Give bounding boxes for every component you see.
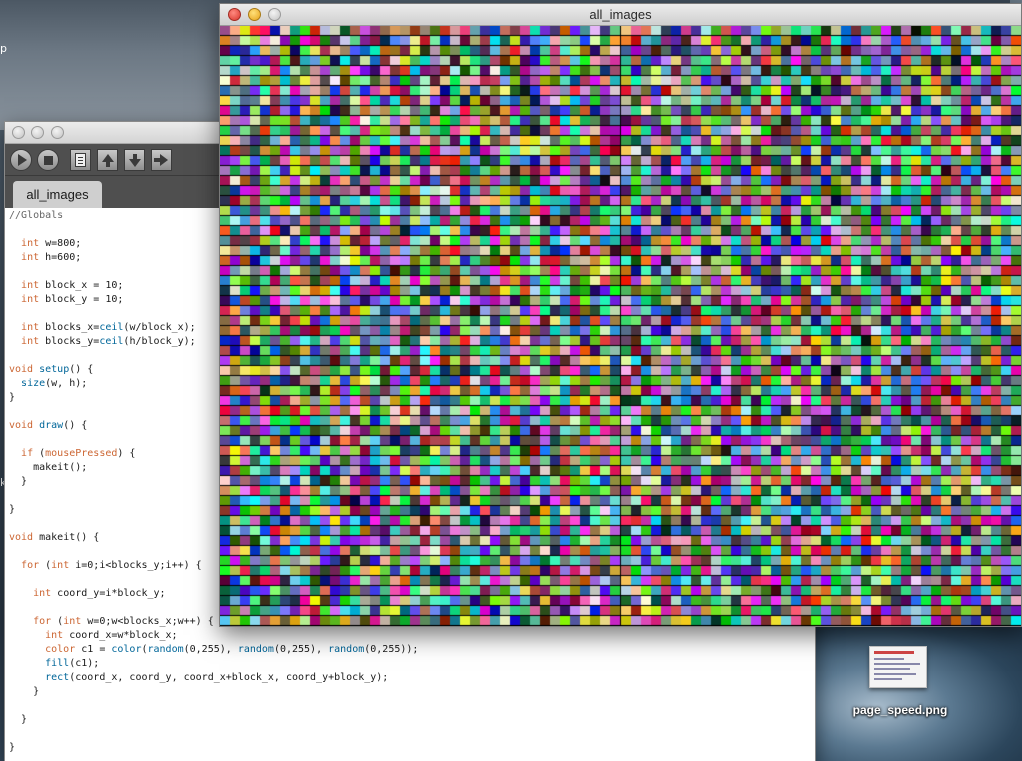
editor-minimize-button[interactable]	[31, 126, 44, 139]
save-arrow-icon	[128, 154, 141, 167]
editor-close-button[interactable]	[12, 126, 25, 139]
stop-button[interactable]	[37, 149, 59, 171]
sketch-output-window: all_images	[219, 3, 1022, 627]
open-button[interactable]	[97, 149, 118, 171]
new-button[interactable]	[70, 149, 91, 171]
desktop-file-icon[interactable]: page_speed.png	[840, 640, 960, 730]
tab-all-images[interactable]: all_images	[13, 181, 102, 208]
stop-icon	[43, 155, 53, 165]
export-button[interactable]	[151, 149, 172, 171]
file-thumbnail-icon	[869, 646, 927, 688]
desktop-file-label: page_speed.png	[852, 703, 948, 717]
code-line: }	[9, 714, 28, 725]
sketch-canvas[interactable]	[220, 26, 1021, 626]
code-line: }	[9, 742, 16, 753]
open-arrow-icon	[101, 154, 114, 167]
desktop-background	[0, 0, 230, 130]
export-arrow-icon	[154, 154, 168, 166]
code-line: int coord_x=w*block_x;	[45, 630, 178, 641]
editor-zoom-button[interactable]	[51, 126, 64, 139]
document-icon	[75, 153, 86, 167]
save-button[interactable]	[124, 149, 145, 171]
desktop-partial-icon: p	[0, 42, 7, 55]
code-line: rect(coord_x, coord_y, coord_x+block_x, …	[45, 672, 389, 683]
code-line: }	[9, 686, 40, 697]
sketch-window-title: all_images	[589, 7, 652, 22]
run-button[interactable]	[10, 149, 32, 171]
sketch-titlebar[interactable]: all_images	[220, 4, 1021, 26]
play-icon	[18, 154, 27, 166]
code-line: color c1 = color(random(0,255), random(0…	[45, 644, 419, 655]
code-line: fill(c1);	[45, 658, 100, 669]
